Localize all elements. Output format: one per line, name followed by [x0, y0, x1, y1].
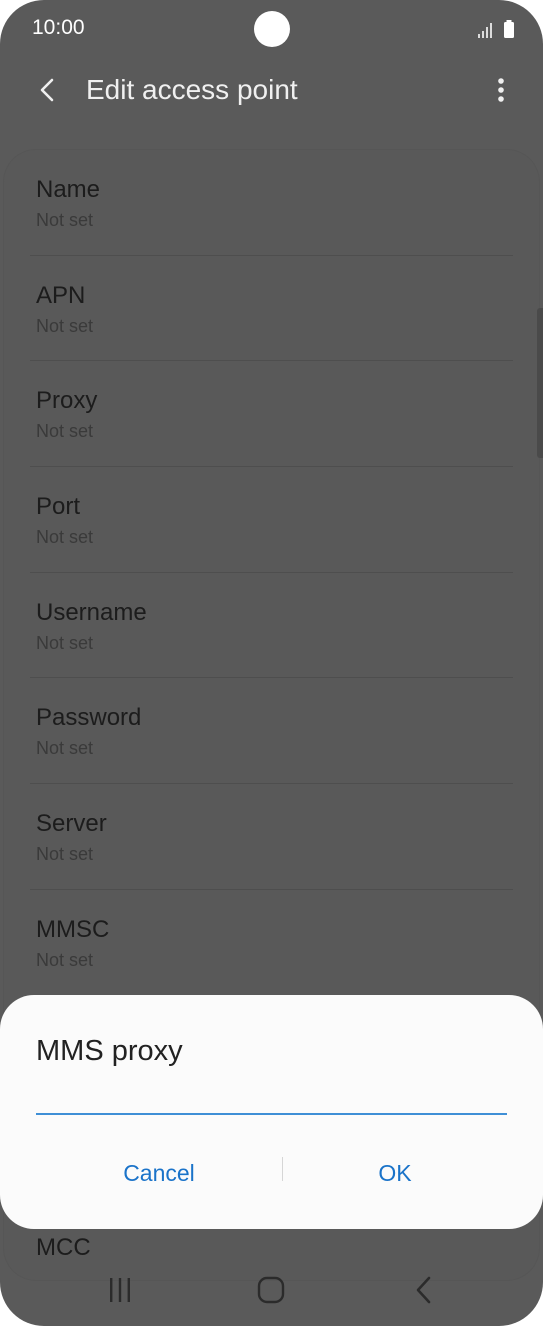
field-row-password[interactable]: Password Not set	[4, 678, 539, 785]
system-back-button[interactable]	[394, 1262, 454, 1318]
status-icons	[477, 18, 515, 38]
field-value: Not set	[36, 844, 94, 865]
recents-icon	[110, 1278, 130, 1302]
dialog-title: MMS proxy	[36, 1035, 183, 1067]
field-row-mmsc[interactable]: MMSC Not set	[4, 890, 539, 996]
status-time: 10:00	[32, 16, 85, 39]
cancel-button[interactable]: Cancel	[44, 1145, 274, 1201]
page-title: Edit access point	[86, 74, 298, 105]
field-value: Not set	[36, 738, 94, 759]
back-button[interactable]	[28, 70, 68, 110]
app-bar: Edit access point	[0, 56, 543, 126]
mms-proxy-dialog: MMS proxy Cancel OK	[0, 995, 543, 1229]
field-list: Name Not set APN Not set Proxy Not set P…	[4, 150, 539, 996]
field-row-server[interactable]: Server Not set	[4, 784, 539, 890]
home-button[interactable]	[241, 1262, 301, 1318]
status-bar: 10:00	[0, 0, 543, 56]
field-value: Not set	[36, 315, 94, 336]
nav-back-icon	[416, 1276, 431, 1304]
signal-icon	[478, 23, 492, 38]
mms-proxy-input[interactable]	[36, 1083, 507, 1115]
more-options-button[interactable]	[489, 74, 513, 110]
field-label: Proxy	[36, 387, 98, 415]
back-arrow-icon	[40, 78, 54, 102]
field-value: Not set	[36, 527, 94, 548]
field-label: Username	[36, 598, 147, 626]
field-row-name[interactable]: Name Not set	[4, 150, 539, 256]
field-label: Password	[36, 704, 142, 732]
field-label: Port	[36, 493, 81, 521]
field-label: Name	[36, 176, 101, 203]
ok-button[interactable]: OK	[280, 1145, 510, 1201]
field-row-apn[interactable]: APN Not set	[4, 256, 539, 362]
field-label: Server	[36, 810, 107, 838]
phone-screen: 10:00 Edit access point Name Not set APN…	[0, 0, 543, 1326]
field-label: MMSC	[36, 915, 110, 943]
scrollbar-handle[interactable]	[537, 308, 543, 458]
camera-cutout	[254, 11, 290, 47]
field-value: Not set	[36, 949, 94, 970]
home-icon	[257, 1276, 285, 1304]
field-row-proxy[interactable]: Proxy Not set	[4, 361, 539, 468]
battery-icon	[504, 20, 514, 38]
field-label: APN	[36, 281, 86, 309]
recents-button[interactable]	[90, 1262, 150, 1318]
field-value: Not set	[36, 632, 94, 653]
field-value: Not set	[36, 210, 94, 230]
field-value: Not set	[36, 421, 94, 442]
more-vertical-icon	[498, 78, 504, 102]
field-row-port[interactable]: Port Not set	[4, 467, 539, 573]
navigation-bar	[0, 1250, 543, 1326]
field-row-username[interactable]: Username Not set	[4, 573, 539, 679]
